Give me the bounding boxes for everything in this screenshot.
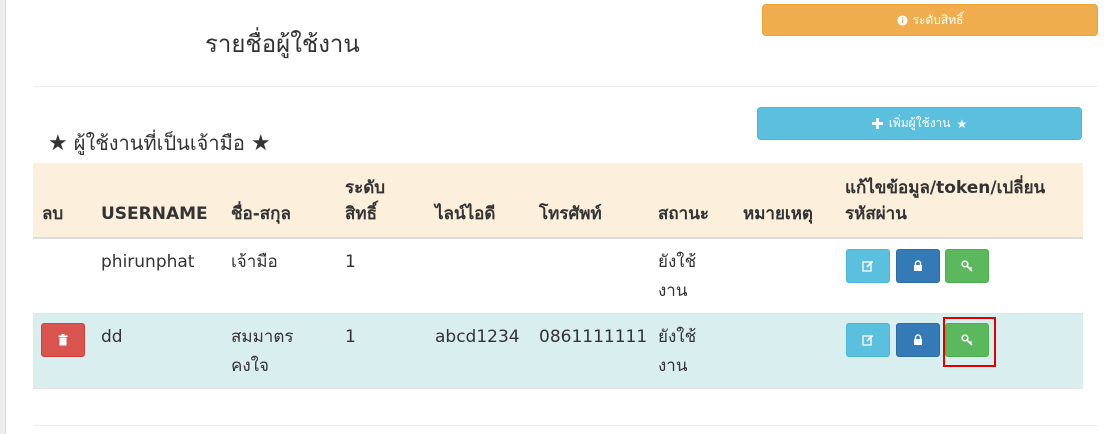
divider xyxy=(33,86,1098,87)
cell-status-line2: งาน xyxy=(658,281,688,301)
th-level-line1: ระดับ xyxy=(345,178,386,198)
th-username: USERNAME xyxy=(101,204,208,224)
edit-button[interactable] xyxy=(846,249,890,283)
th-fullname: ชื่อ-สกุล xyxy=(231,204,291,224)
th-delete: ลบ xyxy=(42,204,64,224)
star-icon: ★ xyxy=(250,130,271,156)
cell-phone: 0861111111 xyxy=(539,327,648,347)
lock-icon xyxy=(914,334,922,345)
cell-status-line1: ยังใช้ xyxy=(658,327,697,347)
th-actions-line2: รหัสผ่าน xyxy=(845,204,907,224)
th-level-line2: สิทธิ์ xyxy=(345,204,377,224)
edit-icon xyxy=(862,260,874,272)
plus-icon xyxy=(871,118,883,129)
cell-level: 1 xyxy=(345,327,356,347)
divider xyxy=(33,425,1098,426)
add-user-label: เพิ่มผู้ใช้งาน xyxy=(888,116,951,130)
th-line-id: ไลน์ไอดี xyxy=(435,204,496,224)
highlight-box xyxy=(943,317,996,367)
cell-fullname: เจ้ามือ xyxy=(231,252,278,272)
section-title: ★ ผู้ใช้งานที่เป็นเจ้ามือ ★ xyxy=(48,127,271,159)
cell-line-id: abcd1234 xyxy=(435,327,520,347)
th-actions-line1: แก้ไขข้อมูล/token/เปลี่ยน xyxy=(845,178,1046,198)
cell-fullname-line2: คงใจ xyxy=(231,356,269,376)
table-row: phirunphat เจ้ามือ 1 ยังใช้ งาน xyxy=(33,239,1083,314)
section-title-text: ผู้ใช้งานที่เป็นเจ้ามือ xyxy=(73,131,245,155)
cell-status-line2: งาน xyxy=(658,356,688,376)
page-title: รายชื่อผู้ใช้งาน xyxy=(205,30,360,58)
left-border xyxy=(0,0,6,434)
trash-icon xyxy=(58,334,68,346)
cell-username: dd xyxy=(101,327,123,347)
cell-fullname-line1: สมมาตร xyxy=(231,327,294,347)
users-table: ลบ USERNAME ชื่อ-สกุล ระดับ สิทธิ์ ไลน์ไ… xyxy=(33,163,1083,389)
th-phone: โทรศัพท์ xyxy=(539,204,602,224)
edit-icon xyxy=(862,334,874,346)
th-status: สถานะ xyxy=(658,204,709,224)
cell-level: 1 xyxy=(345,252,356,272)
lock-icon xyxy=(914,260,922,271)
token-lock-button[interactable] xyxy=(896,249,940,283)
delete-button[interactable] xyxy=(41,323,85,357)
token-lock-button[interactable] xyxy=(896,323,940,357)
th-note: หมายเหตุ xyxy=(743,204,813,224)
info-circle-icon xyxy=(897,14,908,26)
cell-status-line1: ยังใช้ xyxy=(658,252,697,272)
edit-button[interactable] xyxy=(846,323,890,357)
table-header: ลบ USERNAME ชื่อ-สกุล ระดับ สิทธิ์ ไลน์ไ… xyxy=(33,163,1083,239)
key-icon xyxy=(960,260,973,272)
add-user-button[interactable]: เพิ่มผู้ใช้งาน ★ xyxy=(757,107,1082,140)
rights-level-label: ระดับสิทธิ์ xyxy=(912,12,964,27)
rights-level-button[interactable]: ระดับสิทธิ์ xyxy=(762,4,1098,36)
table-row: dd สมมาตร คงใจ 1 abcd1234 0861111111 ยัง… xyxy=(33,314,1083,389)
change-password-button[interactable] xyxy=(945,249,989,283)
cell-username: phirunphat xyxy=(101,252,195,272)
star-icon: ★ xyxy=(956,116,968,131)
star-icon: ★ xyxy=(48,130,68,156)
